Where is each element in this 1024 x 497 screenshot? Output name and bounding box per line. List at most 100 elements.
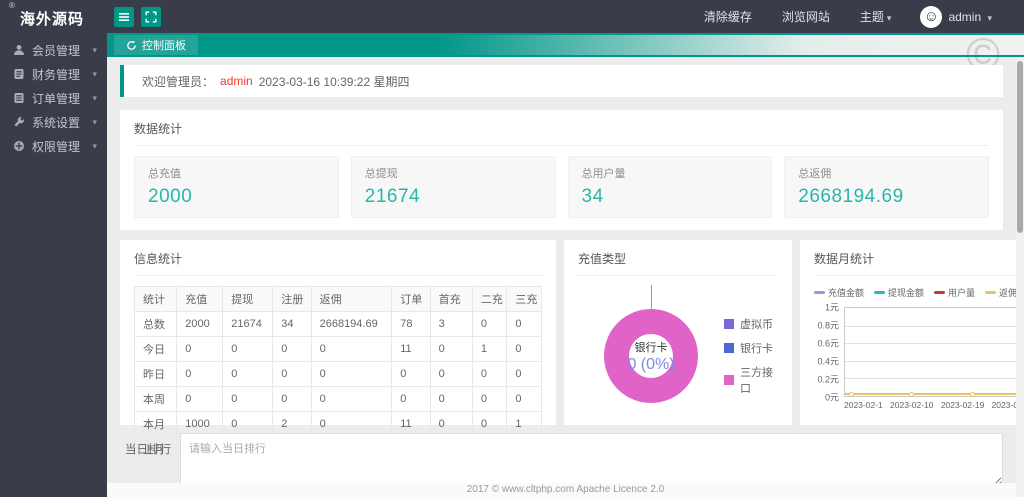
clear-cache-link[interactable]: 清除缓存 [704,8,752,25]
stat-card-label: 总充值 [148,168,181,180]
chevron-down-icon: ▾ [92,44,97,55]
x-tick-label: 2023-02-19 [940,400,985,410]
tab-control-panel[interactable]: 控制面板 [114,35,198,55]
footer-text: 2017 © www.cltphp.com Apache Licence 2.0 [466,484,665,495]
line-legend: 充值金额 提现金额 用户量 返佣金额 [814,286,1016,299]
stat-card-withdraw: 总提现 21674 [350,156,556,218]
line-legend-item[interactable]: 充值金额 [814,286,864,299]
line-chart: 1元 0.8元 0.6元 0.4元 0.2元 0元 [814,303,1016,403]
table-cell: 21674 [222,311,274,337]
line-legend-item[interactable]: 提现金额 [874,286,924,299]
y-tick-label: 0.8元 [817,320,839,331]
table-cell: 0 [506,311,542,337]
line-legend-item[interactable]: 返佣金额 [985,286,1016,299]
fullscreen-icon [145,11,157,22]
scrollbar-thumb[interactable] [1017,61,1023,233]
ledger-icon [14,69,24,79]
info-stats-panel: 信息统计 统计 充值 提现 注册 返佣 订单 首充 二充 三充 总数 2000 21674 34 2668… [120,240,556,462]
user-avatar[interactable]: ☺ [920,5,943,28]
collapse-sidebar-button[interactable] [114,6,134,27]
table-row: 本周 0 0 0 0 0 0 0 0 [133,386,542,412]
sidebar-item-finance[interactable]: 财务管理 ▾ [0,62,107,86]
stat-card-value: 2668194.69 [798,186,904,207]
table-cell: 1 [471,336,508,362]
stat-card-label: 总用户量 [581,168,626,180]
chevron-down-icon: ▾ [92,140,97,151]
sidebar-item-label: 权限管理 [32,139,81,154]
table-cell: 34 [272,311,312,337]
welcome-admin-name: admin [220,74,253,88]
chevron-down-icon: ▾ [92,92,97,103]
gridline [845,325,1016,327]
pie-legend-item[interactable]: 银行卡 [724,340,778,356]
pie-center-label: 银行卡 0 (0%) [604,309,698,403]
pie-legend-item[interactable]: 三方接口 [724,364,778,396]
footer: 2017 © www.cltphp.com Apache Licence 2.0 [107,483,1024,497]
app-title: 海外源码 [20,11,85,28]
top-header: ® 海外源码 清除缓存 浏览网站 主题 ▾ ☺ admin ▾ [0,0,1024,33]
table-cell: 0 [176,336,224,362]
stats-panel-title: 数据统计 [134,120,989,146]
stat-card-label: 总提现 [364,168,398,180]
chevron-down-icon: ▾ [886,13,892,23]
user-name-label: admin [948,9,982,24]
daily-rank-input[interactable] [180,433,1003,483]
user-menu[interactable]: admin ▾ [948,10,992,24]
table-cell: 0 [429,336,473,362]
table-cell: 0 [310,361,393,387]
pie-wrap: 银行卡 0 (0%) [604,285,698,403]
table-cell: 0 [222,361,274,387]
table-cell: 0 [391,361,431,387]
chevron-down-icon: ▾ [92,116,97,127]
info-stats-title: 信息统计 [134,250,542,276]
table-cell: 0 [310,386,393,412]
x-tick-label: 2023-02-10 [890,400,934,410]
pie-center-value: 0 (0%) [627,355,675,373]
legend-dash-icon [985,291,997,294]
sidebar-item-members[interactable]: 会员管理 ▾ [0,38,107,62]
recharge-type-panel: 充值类型 银行卡 0 (0%) 虚拟币 银行卡 三方接口 [564,240,792,425]
gridline [845,360,1016,362]
pie-legend-item[interactable]: 虚拟币 [724,316,778,332]
table-cell: 0 [272,386,312,412]
tab-bar: 控制面板 © [107,31,1024,77]
plot-area [844,307,1016,397]
vertical-scrollbar[interactable] [1016,57,1024,497]
theme-dropdown[interactable]: 主题 ▾ [860,8,892,25]
refresh-icon [127,40,136,50]
sidebar-item-system[interactable]: 系统设置 ▾ [0,110,107,134]
data-point-marker [969,392,975,397]
user-icon [14,45,24,55]
sidebar-item-permissions[interactable]: 权限管理 ▾ [0,134,107,158]
table-header-cell: 返佣 [310,286,393,312]
stat-card-commission: 总返佣 2668194.69 [784,156,989,218]
middle-row: 信息统计 统计 充值 提现 注册 返佣 订单 首充 二充 三充 总数 2000 21674 34 2668… [120,240,1016,462]
sidebar-item-orders[interactable]: 订单管理 ▾ [0,86,107,110]
legend-label: 用户量 [948,288,976,298]
table-row: 总数 2000 21674 34 2668194.69 78 3 0 0 [133,311,542,337]
y-tick-label: 0.6元 [817,338,839,349]
legend-label: 三方接口 [740,367,773,395]
legend-label: 充值金额 [828,288,865,298]
table-cell: 0 [429,386,473,412]
header-menu: 清除缓存 浏览网站 主题 ▾ ☺ admin ▾ [689,5,1024,28]
table-header-row: 统计 充值 提现 注册 返佣 订单 首充 二充 三充 [133,286,542,312]
table-cell: 11 [391,336,431,362]
browse-site-link[interactable]: 浏览网站 [782,8,830,25]
pie-center-name: 银行卡 [634,341,668,354]
line-legend-item[interactable]: 用户量 [934,286,975,299]
table-header-cell: 提现 [222,286,274,312]
sidebar: 会员管理 ▾ 财务管理 ▾ 订单管理 ▾ 系统设置 ▾ 权限管理 ▾ [0,33,107,497]
table-cell: 0 [391,386,431,412]
line-chart-title: 数据月统计 [814,250,1016,276]
pie-chart: 银行卡 0 (0%) 虚拟币银行卡三方接口 [578,285,778,426]
welcome-datetime: 2023-03-16 10:39:22 星期四 [258,74,410,89]
stat-card-users: 总用户量 34 [567,156,773,218]
fullscreen-button[interactable] [141,6,161,27]
stat-card-label: 总返佣 [798,168,832,180]
table-cell: 本周 [133,386,178,412]
table-cell: 0 [222,386,274,412]
x-tick-label: 2023-02-1 [844,400,883,410]
table-header-cell: 订单 [391,286,431,312]
table-cell: 今日 [133,336,178,362]
